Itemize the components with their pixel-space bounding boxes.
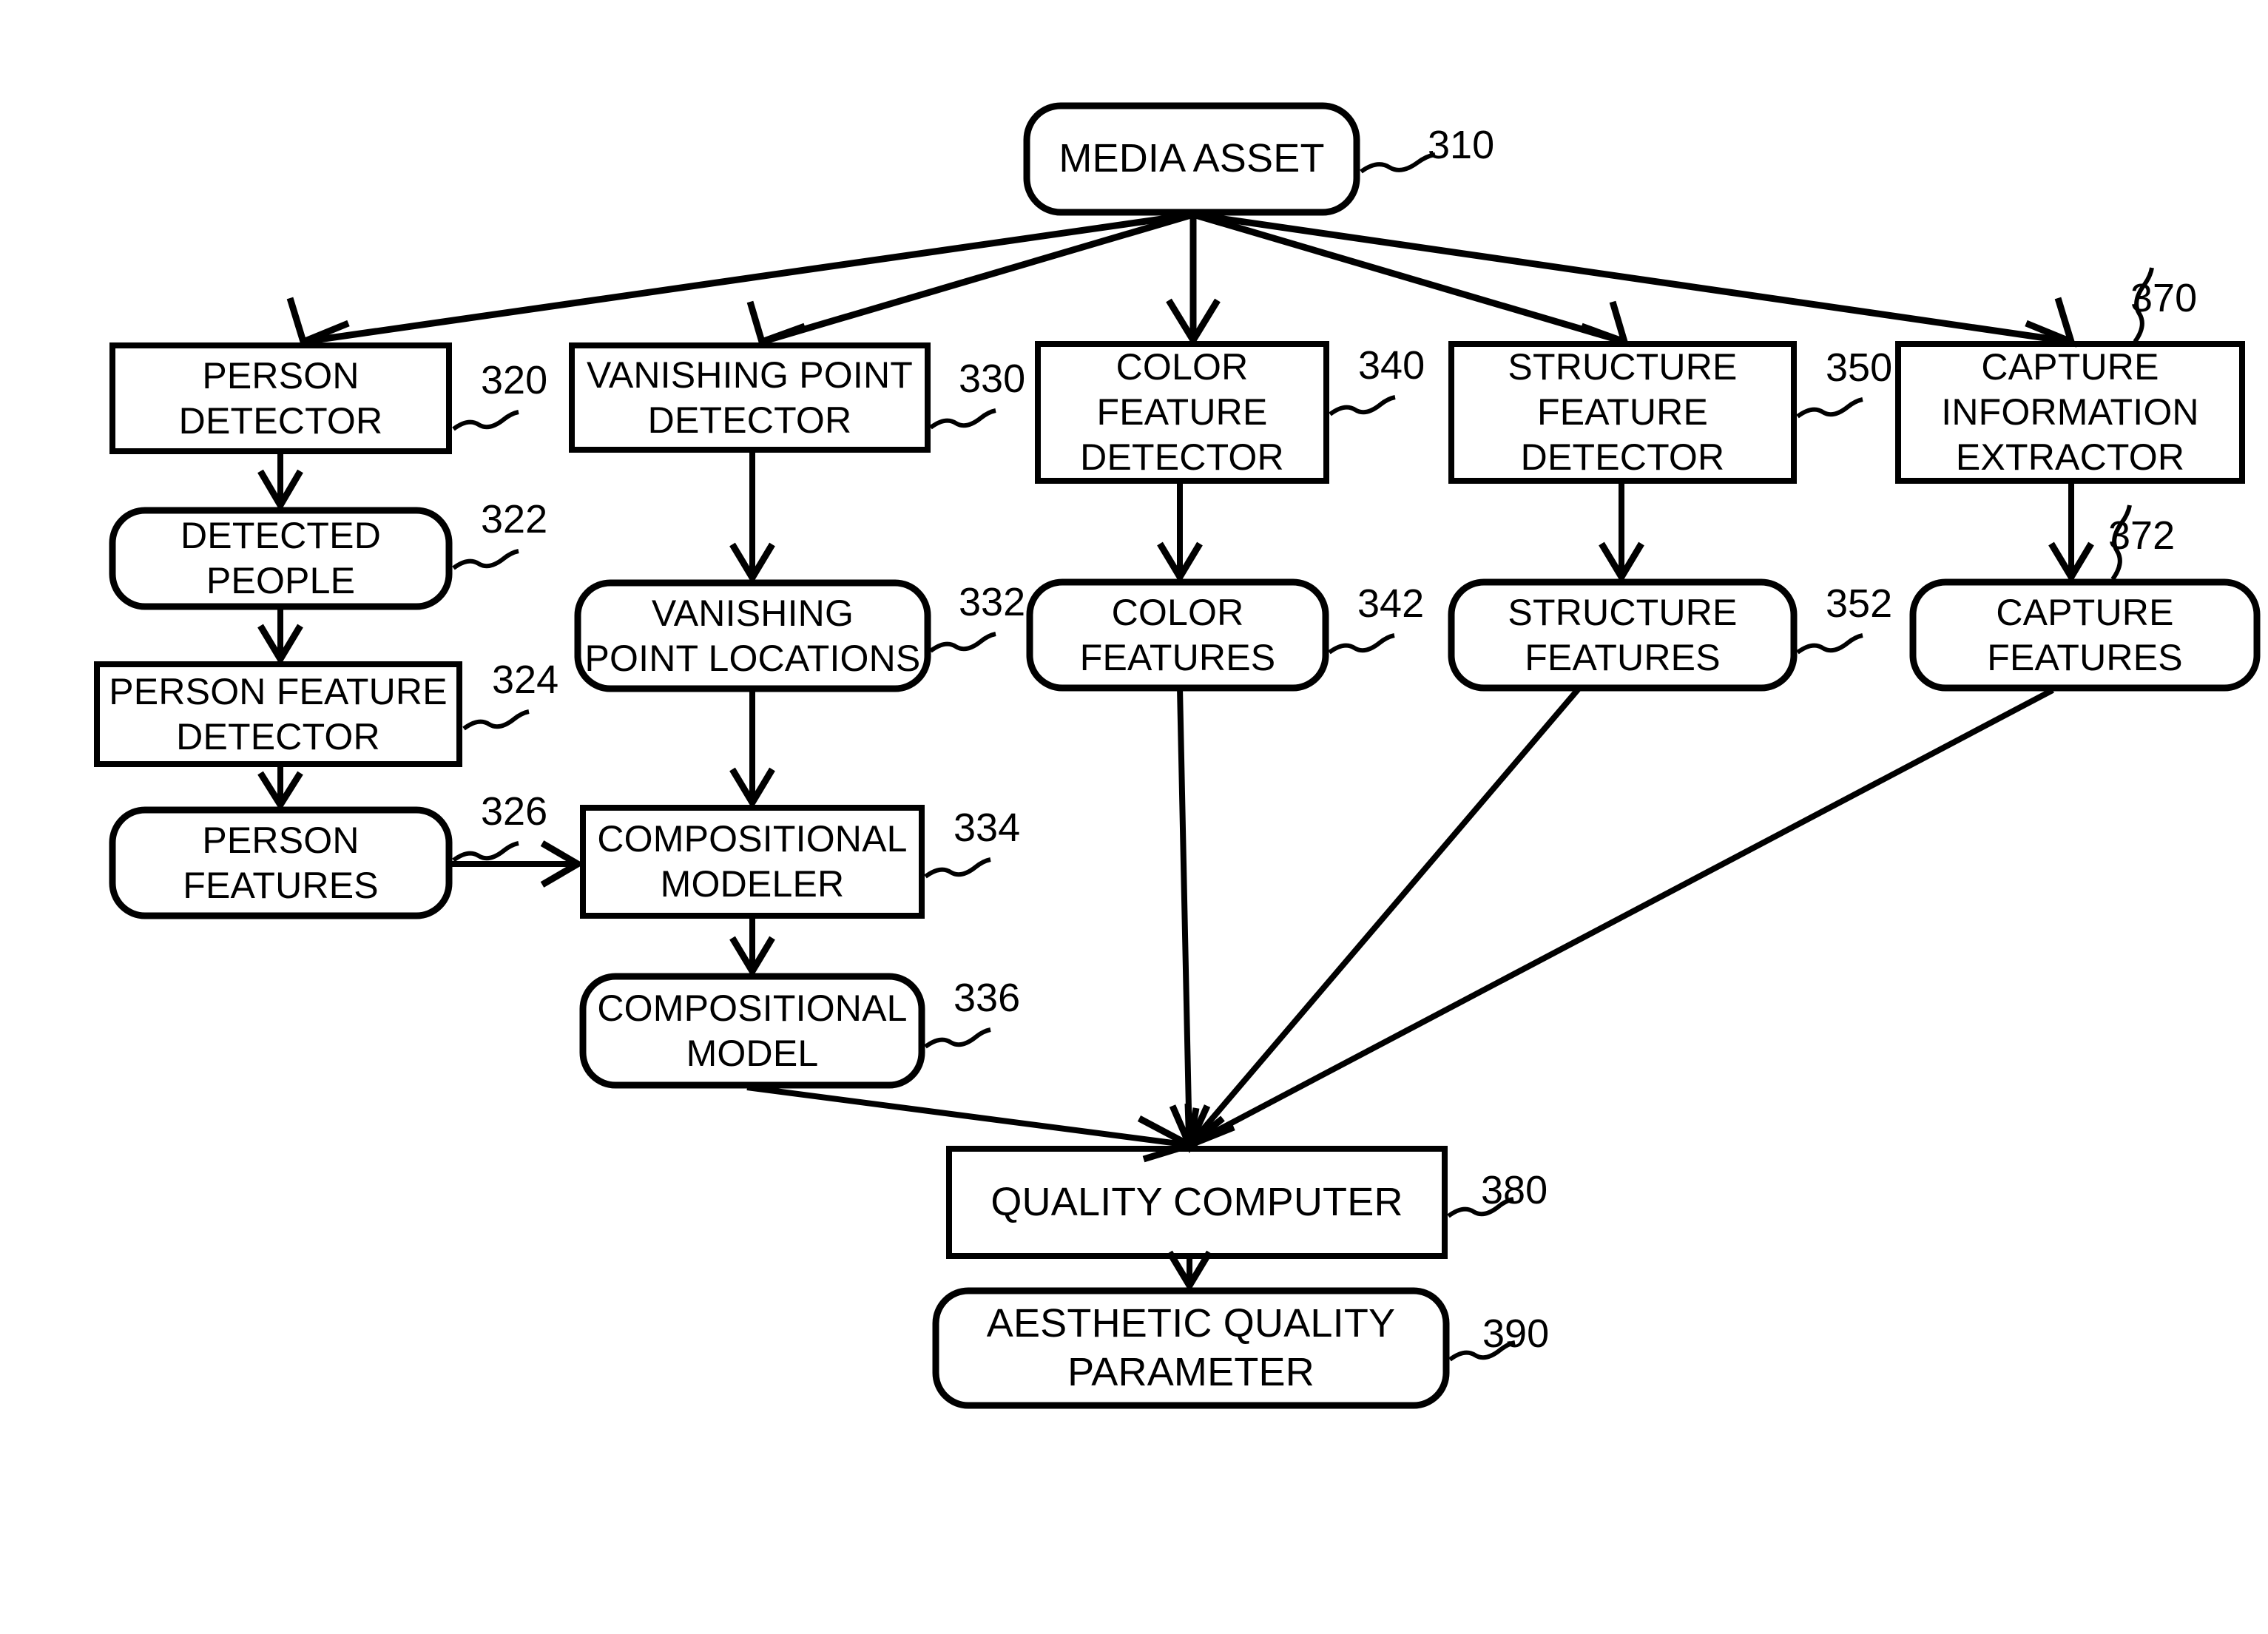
node-shape-person-feature-detector[interactable] [94,661,462,767]
edge-capture-features-to-quality-computer [1188,687,2054,1148]
ref-numeral-336: 336 [954,976,1021,1020]
node-shape-person-features[interactable] [109,806,453,919]
arrowhead-structure-feature-detector [1580,300,1630,348]
ref-numeral-332: 332 [959,580,1026,624]
node-shape-color-feature-detector[interactable] [1035,341,1329,484]
edge-color-features-to-quality-computer [1177,687,1192,1146]
diagram-vector-layer [94,102,2261,1409]
leader-334 [924,857,991,879]
ref-numeral-310: 310 [1428,123,1495,167]
leader-322 [452,549,519,570]
leader-326 [452,841,519,862]
ref-numeral-370: 370 [2130,276,2198,320]
node-shape-person-detector[interactable] [109,342,452,454]
ref-numeral-326: 326 [481,789,548,834]
leader-310 [1360,152,1436,174]
ref-numeral-352: 352 [1826,581,1893,626]
edge-media-asset-to-structure-feature-detector [1192,211,1626,345]
leader-330 [929,408,996,430]
leader-324 [462,709,530,731]
ref-numeral-330: 330 [959,357,1026,401]
leader-332 [929,632,996,653]
ref-numeral-324: 324 [492,658,559,702]
node-shape-capture-information-extractor[interactable] [1895,341,2245,484]
edge-media-asset-to-capture-information-extractor [1192,211,2072,345]
node-shape-compositional-model[interactable] [579,973,925,1089]
node-shape-aesthetic-quality-parameter[interactable] [932,1287,1450,1409]
diagram-canvas: MEDIA ASSET PERSON DETECTOR DETECTED PEO… [0,0,2268,1634]
ref-numeral-380: 380 [1481,1168,1548,1212]
ref-numeral-340: 340 [1358,343,1425,388]
node-shape-quality-computer[interactable] [946,1146,1448,1259]
ref-numeral-350: 350 [1826,345,1893,390]
node-shape-compositional-modeler[interactable] [580,805,925,919]
node-shape-detected-people[interactable] [109,507,453,610]
node-shape-media-asset[interactable] [1023,102,1360,216]
edge-media-asset-to-person-detector [303,211,1194,345]
ref-numeral-372: 372 [2108,513,2176,558]
node-shape-color-features[interactable] [1026,578,1329,692]
ref-numeral-320: 320 [481,358,548,402]
node-shape-vanishing-point-detector[interactable] [569,342,931,453]
leader-352 [1796,633,1863,655]
leader-320 [452,410,519,431]
ref-numeral-334: 334 [954,806,1021,850]
arrowhead-vanishing-point-detector [746,300,806,346]
node-shape-structure-feature-detector[interactable] [1448,341,1797,484]
ref-numeral-342: 342 [1357,581,1425,626]
edge-media-asset-to-vanishing-point-detector [760,211,1195,345]
edge-compositional-model-to-quality-computer [746,1084,1190,1148]
node-shape-structure-features[interactable] [1448,578,1798,692]
edge-structure-features-to-quality-computer [1187,686,1582,1147]
node-shape-capture-features[interactable] [1909,578,2261,692]
leader-342 [1328,633,1395,655]
ref-numeral-390: 390 [1482,1311,1550,1356]
node-shape-vanishing-point-locations[interactable] [574,579,931,692]
leader-336 [924,1027,991,1049]
leader-340 [1329,395,1396,416]
ref-numeral-322: 322 [481,497,548,541]
leader-350 [1796,397,1863,419]
